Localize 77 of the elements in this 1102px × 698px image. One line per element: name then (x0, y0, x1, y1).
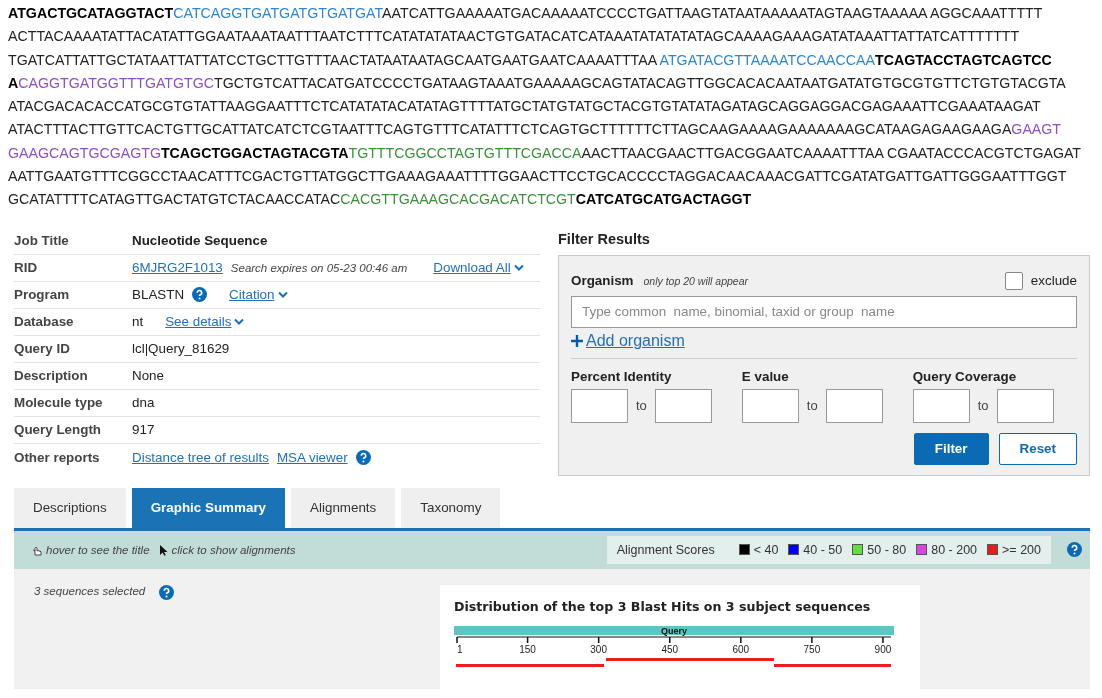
plus-icon (571, 334, 583, 347)
input-field[interactable]: Type common name, binomial, taxid or group name (571, 295, 1077, 328)
field-value: 917 (132, 422, 155, 438)
section-title: Filter Results (558, 230, 651, 247)
query-ruler-drawing: Query 1 150 300 450 600 750 900 (454, 625, 894, 689)
sequence-line: GCATATTTTCATAGTTGACTATGTCTACAACCATACCACGTTGAAAGCACGACATCTCGTCATCATGCATGACTAGGT (8, 190, 753, 210)
legend-title: Alignment Scores (616, 542, 715, 557)
dropdown-link[interactable]: Citation (229, 287, 275, 303)
input-field[interactable] (571, 388, 628, 423)
dropdown-link[interactable]: See details (165, 314, 232, 330)
help-icon[interactable] (159, 584, 175, 600)
field-value: BLASTN (132, 287, 185, 303)
field-label: Database (14, 314, 75, 330)
sequence-line: AATTGAATGTTTCGGCCTAACATTTCGACTGTTATGGCTTGAAAGAAATTTTGGAACTTCCTGCACCCCTAGGACAACAAACGATTCGATATGATTGATTGGGAATTTGGT (8, 167, 1068, 187)
note-text: Search expires on 05-23 00:46 am (230, 261, 408, 274)
range-separator: to (636, 398, 647, 414)
dropdown-link[interactable]: Download All (433, 260, 511, 276)
caret-icon (234, 318, 245, 326)
link[interactable]: Add organism (586, 331, 685, 350)
sequence-line: ATACGACACACCATGCGTGTATTAAGGAATTTCTCATATATACATATAGTTTTATGCTATGTATGCTACGTGTATATAGATAGCAGGAGGACGAGAAATTCGAAATAAGAT (8, 97, 1042, 117)
caret-icon (277, 291, 288, 299)
checkbox-label: exclude (1030, 273, 1077, 289)
help-icon[interactable] (355, 449, 371, 465)
sequence-line: ATGACTGCATAGGTACTCATCAGGTGATGATGTGATGATAATCATTGAAAAATGACAAAAATCCCCTGATTAAGTATAATAAAAATAGTAAGTAAAAA AGGCAAATTTTT (8, 4, 1044, 23)
reset-button[interactable]: Reset (998, 432, 1077, 465)
filter-button[interactable]: Filter (913, 432, 989, 465)
field-label: Other reports (14, 449, 101, 465)
tab[interactable]: Graphic Summary (131, 487, 286, 528)
caret-icon (513, 264, 524, 272)
help-icon[interactable] (192, 287, 208, 303)
hint-text: hover to see the title (46, 543, 150, 556)
field-value: nt (132, 314, 144, 330)
input-field[interactable] (996, 388, 1054, 423)
field-value: None (132, 368, 164, 384)
sequence-line: ACTTACAAAATATTACATATTGGAATAAATAATTTAATCTTTCATATATATAACTGTGATACATCATAAATATATATATAGCAAAAGAAAGATATAAATTATTATCATTTTTTT (8, 27, 1021, 47)
sequence-line: TGATCATTATTGCTATAATTATTATCCTGCTTGTTTAACTATAATAATAGCAATGAATGAATCAAAATTTAA ATGATACGTTAAAATCCAACCAATCAGTACCTAGTCAGTCC (8, 50, 1053, 70)
link[interactable]: 6MJRG2F1013 (132, 260, 223, 276)
legend-label: 80 - 200 (931, 542, 978, 557)
tab[interactable]: Alignments (291, 487, 396, 528)
input-field[interactable] (912, 388, 970, 423)
legend-label: < 40 (753, 542, 779, 557)
selection-count: 3 sequences selected (34, 584, 146, 597)
tab[interactable]: Taxonomy (401, 487, 501, 528)
checkbox[interactable] (1004, 271, 1023, 290)
field-value: Nucleotide Sequence (132, 233, 268, 249)
input-field[interactable] (654, 388, 712, 423)
sequence-line: ACAGGTGATGGTTTGATGTGCTGCTGTCATTACATGATCCCCTGATAAGTAAATGAAAAAGCAGTATACAGTTGGCACACAATAATGATATGTGCGTGTTCTGTGTACGTA (8, 73, 1067, 93)
legend-label: 50 - 80 (867, 542, 907, 557)
field-label: Query ID (14, 341, 71, 357)
field-label: Program (14, 287, 71, 303)
chart-title: Distribution of the top 3 Blast Hits on 3 subject sequences (454, 597, 871, 616)
field-label: Job Title (14, 233, 70, 249)
sequence-line: ATACTTTACTTGTTCACTGTTGCATTATCATCTCGTAATTTCAGTGTTTCATATTTCTCAGTGCTTTTTTCTTAGCAAGAAAAGAAAAAAAGCATAAGAGAAGAAGAGAAGT (8, 120, 1062, 140)
field-label: RID (14, 260, 39, 276)
cursor-icon (157, 543, 169, 556)
help-icon[interactable] (1067, 542, 1082, 558)
field-label: Molecule type (14, 395, 104, 411)
field-label: Query Length (14, 422, 103, 438)
input-field[interactable] (825, 388, 883, 423)
link[interactable]: Distance tree of results (132, 449, 269, 465)
input-field[interactable] (741, 388, 799, 423)
legend-label: >= 200 (1002, 542, 1041, 557)
hint-text: click to show alignments (171, 543, 296, 556)
range-separator: to (977, 398, 989, 414)
link[interactable]: MSA viewer (276, 449, 348, 465)
sequence-line: GAAGCAGTGCGAGTGTCAGCTGGACTAGTACGTATGTTTCGGCCTAGTGTTTCGACCAAACTTAACGAACTTGACGGAATCAAAATTTAA CGAATACCCACGTCTGAGAT (8, 143, 1083, 163)
field-label: Query Coverage (912, 368, 1018, 384)
field-label: Organism (571, 273, 634, 289)
tab[interactable]: Descriptions (14, 487, 126, 528)
legend-label: 40 - 50 (803, 542, 843, 557)
field-label: Percent Identity (571, 368, 673, 384)
range-separator: to (806, 398, 818, 414)
field-value: dna (132, 395, 155, 411)
hint-text: only top 20 will appear (643, 274, 748, 287)
field-label: Description (14, 368, 89, 384)
field-value: lcl|Query_81629 (132, 341, 230, 357)
field-label: E value (741, 368, 790, 384)
